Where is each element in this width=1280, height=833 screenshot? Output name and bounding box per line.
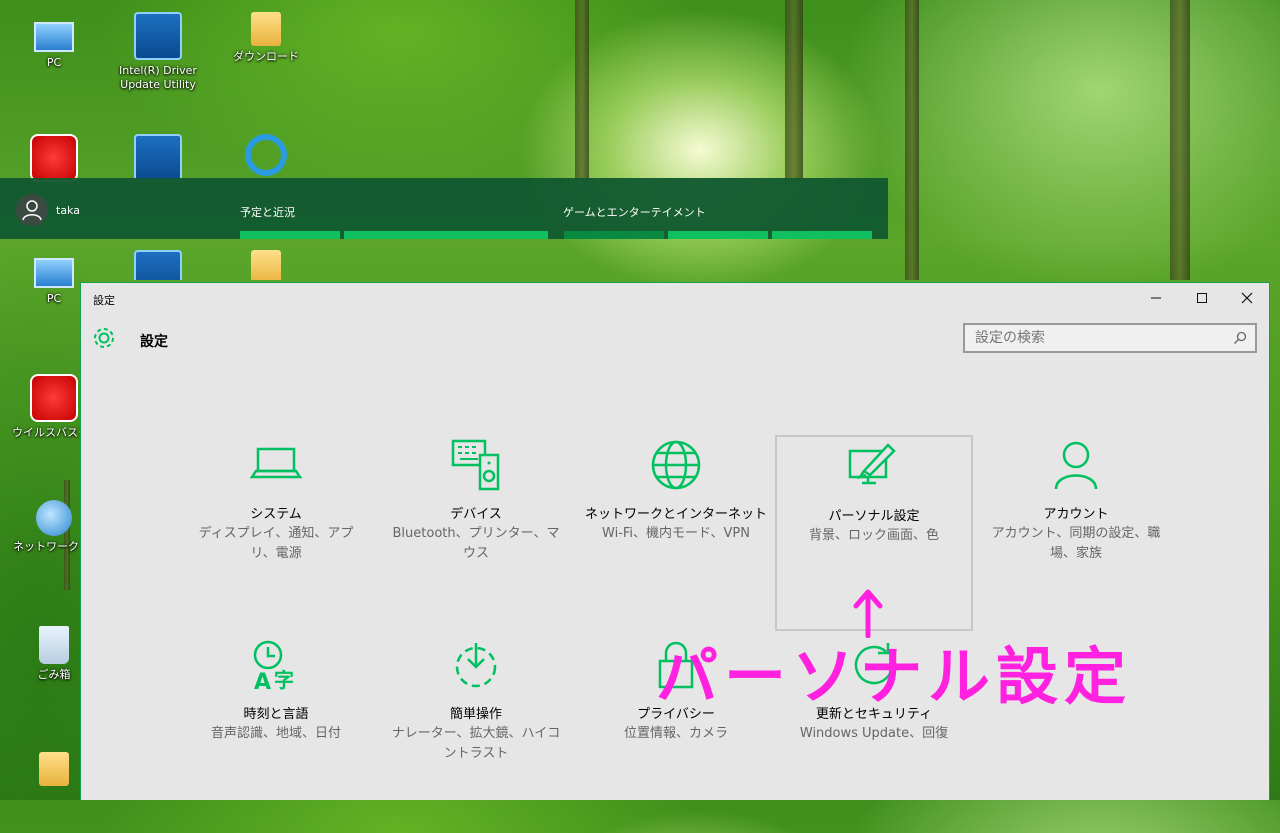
start-group-schedule[interactable]: 予定と近況 xyxy=(240,204,295,220)
category-description: 背景、ロック画面、色 xyxy=(808,528,939,543)
virus-buster-icon xyxy=(30,374,78,422)
desktop-icon-label: ネットワーク xyxy=(13,540,79,553)
start-tile[interactable] xyxy=(564,231,664,239)
desktop-icon-intel-2[interactable] xyxy=(116,250,200,280)
intel-driver-icon xyxy=(134,12,182,60)
annotation-label: パーソナル設定 xyxy=(656,640,1133,713)
category-title: ネットワークとインターネット xyxy=(584,507,767,522)
start-username[interactable]: taka xyxy=(56,204,80,217)
user-folder-icon xyxy=(39,752,69,786)
page-title: 設定 xyxy=(140,334,168,350)
category-description: アカウント、同期の設定、職場、家族 xyxy=(991,526,1161,561)
window-title: 設定 xyxy=(93,294,115,307)
svg-text:A: A xyxy=(254,670,271,693)
start-tile[interactable] xyxy=(344,231,548,239)
folder-download-icon xyxy=(251,12,281,46)
start-tile[interactable] xyxy=(240,231,340,239)
desktop-icon-ie[interactable] xyxy=(224,134,308,180)
search-input[interactable] xyxy=(965,325,1235,351)
desktop-icon-downloads-2[interactable] xyxy=(224,250,308,280)
category-description: Wi-Fi、機内モード、VPN xyxy=(602,526,750,541)
wallpaper-tree xyxy=(905,0,919,280)
close-button[interactable] xyxy=(1224,283,1270,313)
start-group-games[interactable]: ゲームとエンターテイメント xyxy=(563,204,706,220)
search-box[interactable] xyxy=(963,323,1257,353)
intel-driver-icon xyxy=(134,250,182,280)
desktop-icon-pc[interactable]: PC xyxy=(12,14,96,70)
category-time-language[interactable]: A字 時刻と言語 音声認識、地域、日付 xyxy=(177,637,375,833)
start-tile[interactable] xyxy=(668,231,768,239)
virus-buster-icon xyxy=(30,134,78,182)
internet-explorer-icon xyxy=(245,134,287,176)
start-tile[interactable] xyxy=(772,231,872,239)
intel-icon xyxy=(134,134,182,182)
category-system[interactable]: システム ディスプレイ、通知、アプリ、電源 xyxy=(177,437,375,633)
ease-of-access-icon xyxy=(455,643,497,688)
category-description: 位置情報、カメラ xyxy=(623,726,728,741)
title-bar[interactable]: 設定 xyxy=(81,283,1269,313)
category-description: ディスプレイ、通知、アプリ、電源 xyxy=(198,526,354,561)
folder-download-icon xyxy=(251,250,281,280)
desktop-icon-label: PC xyxy=(46,56,62,69)
desktop-icon-label: ダウンロード xyxy=(233,50,299,63)
wallpaper-tree xyxy=(785,0,803,180)
time-language-icon: A字 xyxy=(253,640,294,695)
computer-icon xyxy=(34,22,74,52)
desktop-icon-downloads[interactable]: ダウンロード xyxy=(224,12,308,64)
globe-icon xyxy=(651,440,701,490)
computer-icon xyxy=(34,258,74,288)
category-description: Windows Update、回復 xyxy=(799,726,949,741)
person-icon xyxy=(1054,441,1098,490)
category-title: アカウント xyxy=(1043,507,1109,522)
wallpaper-tree xyxy=(575,0,589,180)
desktop-icon-label: Intel(R) Driver Update Utility xyxy=(119,64,197,91)
category-accounts[interactable]: アカウント アカウント、同期の設定、職場、家族 xyxy=(977,437,1175,633)
search-icon[interactable] xyxy=(1233,331,1247,345)
category-network[interactable]: ネットワークとインターネット Wi-Fi、機内モード、VPN xyxy=(577,437,775,633)
settings-window: 設定 設定 システム ディスプレイ、通知、アプリ、電源 デバイス Bluetoo… xyxy=(80,282,1270,800)
network-icon xyxy=(36,500,72,536)
personalization-icon xyxy=(848,443,896,485)
desktop-icon-label: ウイルスバスター xyxy=(12,426,80,439)
minimize-button[interactable] xyxy=(1133,283,1179,313)
category-description: 音声認識、地域、日付 xyxy=(210,726,341,741)
category-title: システム xyxy=(250,507,302,522)
category-title: 簡単操作 xyxy=(449,707,502,722)
desktop-icon-intel-driver[interactable]: Intel(R) Driver Update Utility xyxy=(116,12,200,92)
recycle-bin-icon xyxy=(39,626,69,664)
category-title: パーソナル設定 xyxy=(828,509,920,524)
category-ease-of-access[interactable]: 簡単操作 ナレーター、拡大鏡、ハイコントラスト xyxy=(377,637,575,833)
devices-icon xyxy=(451,439,500,491)
maximize-button[interactable] xyxy=(1179,283,1225,313)
category-title: デバイス xyxy=(450,507,502,522)
laptop-icon xyxy=(249,447,303,479)
category-title: 時刻と言語 xyxy=(243,707,309,722)
category-description: Bluetooth、プリンター、マウス xyxy=(392,526,560,561)
category-description: ナレーター、拡大鏡、ハイコントラスト xyxy=(391,726,561,761)
settings-header: 設定 xyxy=(81,313,1269,363)
category-devices[interactable]: デバイス Bluetooth、プリンター、マウス xyxy=(377,437,575,633)
user-avatar-icon[interactable] xyxy=(16,194,48,226)
gear-icon xyxy=(91,325,117,351)
svg-text:字: 字 xyxy=(274,668,294,692)
start-menu: taka 予定と近況 ゲームとエンターテイメント xyxy=(0,178,888,239)
wallpaper-tree xyxy=(1170,0,1190,280)
